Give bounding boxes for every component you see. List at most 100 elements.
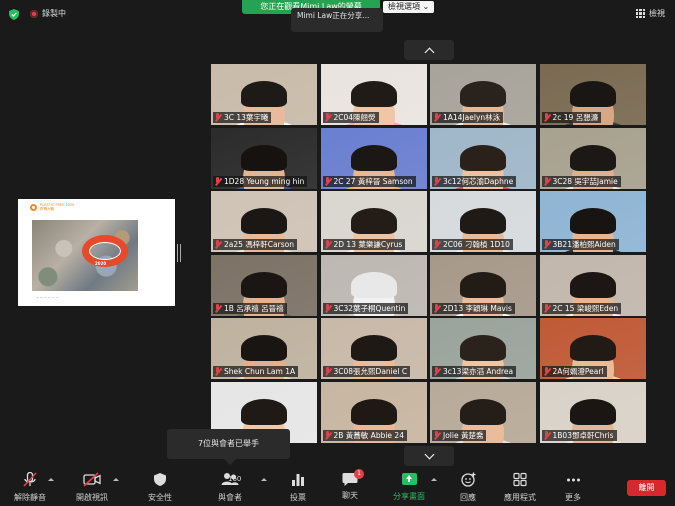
participant-hair (350, 335, 397, 361)
participant-video-tile[interactable]: Shek Chun Lam 1A (211, 318, 317, 379)
apps-button[interactable]: 應用程式 (500, 472, 540, 503)
chat-button[interactable]: 1 聊天 (337, 469, 364, 501)
microphone-muted-icon (433, 430, 441, 440)
participant-hair (241, 271, 287, 298)
leave-meeting-button[interactable]: 離開 (627, 480, 666, 496)
participant-video-tile[interactable]: 2C04陳翹熒 (320, 64, 427, 125)
lifebuoy-text: 2020 (95, 261, 107, 266)
participant-video-tile[interactable]: 2c 19 呂懇濂 (539, 64, 646, 125)
participant-video-tile[interactable]: 1D28 Yeung ming hin (211, 127, 317, 189)
view-toggle-button[interactable]: 檢視 (636, 8, 665, 19)
participant-name: 2D 13 葉樂謙Cyrus (333, 240, 403, 249)
participant-hair (460, 81, 506, 107)
recording-indicator[interactable]: 錄製中 (30, 8, 66, 19)
security-button[interactable]: 安全性 (142, 472, 178, 503)
microphone-muted-icon (23, 471, 37, 487)
participant-hair (350, 271, 397, 298)
polls-button[interactable]: 投票 (285, 472, 311, 503)
participant-video-tile[interactable]: 2D13 李穎琳 Mavis (430, 254, 536, 316)
sharing-tooltip-line1: Mimi Law正在分享... (297, 11, 370, 20)
share-screen-button[interactable]: 分享畫面 (390, 472, 428, 502)
microphone-muted-icon (214, 176, 222, 186)
microphone-muted-icon (324, 240, 332, 249)
shared-screen[interactable]: PLASTIC FREE 2020 膠樽大戰 2020 — — — — — — (18, 199, 175, 306)
participant-video-tile[interactable]: 1B 呂承禧 呂晉禧 (211, 254, 317, 316)
participant-video-tile[interactable]: 3C32葉子桐Quentin (320, 254, 427, 316)
participant-name-tag: 3c13梁亦滔 Andrea (432, 366, 517, 377)
participant-video-tile[interactable]: 3C28 吳宇喆Jamie (539, 127, 646, 189)
chat-unread-badge: 1 (354, 469, 364, 479)
participant-video-tile[interactable]: 3B21潘柏熙Aiden (539, 191, 646, 252)
participant-video-tile[interactable]: 2C 27 黃梓晉 Samson (320, 127, 427, 189)
participant-video-tile[interactable]: 3c13梁亦滔 Andrea (430, 318, 536, 379)
top-bar: 錄製中 您正在觀看Mimi Law的螢幕 檢視選項 ⌄ Mimi Law正在分享… (0, 0, 675, 32)
participant-name: 3B21潘柏熙Aiden (552, 240, 616, 249)
participant-name: 2B 黃蕎敏 Abbie 24 (333, 430, 404, 440)
participant-video-tile[interactable]: 2a25 馮梓軒Carson (211, 191, 317, 252)
participant-name: 1A14Jaelyn林泳 (443, 113, 501, 122)
split-view-handle[interactable] (177, 244, 181, 262)
participant-video-tile[interactable]: 2C06 刁翰楨 1D10 (430, 191, 536, 252)
participant-name-tag: 1D28 Yeung ming hin (213, 175, 308, 187)
microphone-muted-icon (543, 367, 551, 376)
audio-options-caret[interactable] (48, 478, 54, 481)
security-shield-icon[interactable] (9, 9, 19, 20)
participants-count: 160 (228, 475, 242, 483)
participants-button[interactable]: 160 與會者 (210, 472, 250, 503)
start-video-button[interactable]: 開啟視訊 (70, 472, 114, 503)
microphone-muted-icon (214, 303, 222, 313)
participant-hair (569, 208, 616, 234)
brand-logo-icon (30, 204, 37, 211)
participant-name: 2C04陳翹熒 (333, 113, 376, 122)
share-options-caret[interactable] (431, 478, 437, 481)
participant-name-tag: 3C32葉子桐Quentin (322, 302, 409, 314)
participant-video-tile[interactable]: 3C 13葉宇曦 (211, 64, 317, 125)
participant-video-tile[interactable]: 2A何姵澄Pearl (539, 318, 646, 379)
record-icon (30, 9, 38, 18)
participant-hair (241, 335, 287, 361)
chevron-up-icon (424, 47, 434, 57)
microphone-muted-icon (543, 240, 551, 249)
participant-name-tag: 2D13 李穎琳 Mavis (432, 302, 515, 314)
participant-name: 1D28 Yeung ming hin (224, 176, 305, 186)
participant-video-tile[interactable]: 3c12何芯渝Daphne (430, 127, 536, 189)
video-options-caret[interactable] (113, 478, 119, 481)
chat-label: 聊天 (342, 491, 358, 500)
microphone-muted-icon (324, 176, 332, 186)
participant-name-tag: Jolie 黃楚喬 (432, 429, 487, 441)
participant-video-tile[interactable]: 2B 黃蕎敏 Abbie 24 (320, 381, 427, 443)
reactions-label: 回應 (460, 493, 476, 502)
participant-hair (350, 208, 397, 234)
participant-name: 2A何姵澄Pearl (552, 367, 604, 376)
participant-video-tile[interactable]: 2C 15 梁峻熙Eden (539, 254, 646, 316)
gallery-page-down-button[interactable] (404, 446, 454, 466)
participant-hair (460, 144, 506, 171)
gallery-page-up-button[interactable] (404, 40, 454, 60)
participant-hair (350, 81, 397, 107)
participant-hair (241, 208, 287, 234)
participant-hair (569, 398, 616, 425)
participants-options-caret[interactable] (261, 478, 267, 481)
participant-video-tile[interactable]: 1B03鄧卓軒Chris (539, 381, 646, 443)
polls-label: 投票 (290, 493, 306, 502)
grid-view-icon (636, 9, 645, 18)
participant-name: 1B03鄧卓軒Chris (552, 430, 614, 440)
participant-video-tile[interactable]: Jolie 黃楚喬 (430, 381, 536, 443)
participant-name: 3C 13葉宇曦 (224, 113, 269, 122)
microphone-muted-icon (543, 430, 551, 440)
participant-hair (569, 335, 616, 361)
participant-video-tile[interactable]: 2D 13 葉樂謙Cyrus (320, 191, 427, 252)
view-options-button[interactable]: 檢視選項 ⌄ (383, 1, 435, 13)
view-options-label: 檢視選項 (388, 2, 420, 11)
participant-name: 2C 27 黃梓晉 Samson (333, 176, 413, 186)
participant-video-tile[interactable]: 1A14Jaelyn林泳 (430, 64, 536, 125)
view-toggle-label: 檢視 (649, 9, 665, 18)
plastic-waste-photo: 2020 (32, 220, 138, 291)
participant-video-tile[interactable]: 3C08張允熙Daniel C (320, 318, 427, 379)
start-video-label: 開啟視訊 (76, 493, 108, 502)
chevron-down-icon (424, 449, 434, 459)
more-button[interactable]: 更多 (560, 472, 586, 503)
participant-name: 3c12何芯渝Daphne (443, 176, 514, 186)
unmute-button[interactable]: 解除靜音 (10, 471, 50, 503)
reactions-button[interactable]: 回應 (455, 472, 481, 503)
